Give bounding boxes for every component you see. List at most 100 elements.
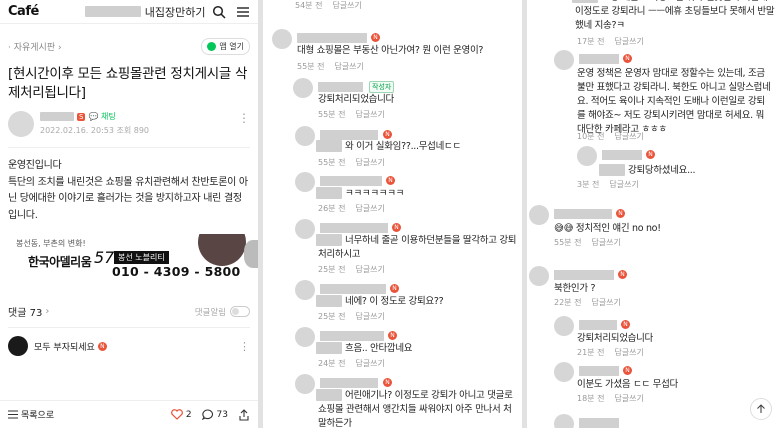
- avatar[interactable]: [529, 205, 549, 225]
- avatar[interactable]: [554, 414, 574, 428]
- reply-link[interactable]: 답글쓰기: [591, 298, 620, 307]
- ad-tagline: 봉선동, 부촌의 변화!: [16, 239, 86, 248]
- nickname-redacted[interactable]: [320, 176, 382, 186]
- nickname-redacted[interactable]: [320, 284, 386, 294]
- reply-link[interactable]: 답글쓰기: [614, 132, 643, 141]
- nickname-redacted[interactable]: [579, 320, 617, 330]
- nickname-redacted[interactable]: [579, 418, 619, 428]
- avatar[interactable]: [295, 280, 315, 300]
- comment-text: 😅😅 정치적인 얘긴 no no!: [554, 223, 661, 234]
- more-icon[interactable]: ⋮: [238, 111, 250, 125]
- nickname-redacted[interactable]: [320, 130, 378, 140]
- comment-text: 어린애기나? 이정도로 강퇴가 아니고 댓글로 쇼핑몰 관련해서 앵간치들 싸워…: [318, 390, 513, 428]
- post-meta: 2022.02.16. 20:53 조회 890: [40, 126, 150, 135]
- author-name-redacted[interactable]: [40, 112, 74, 121]
- ad-tag: 봉선 노블리티: [114, 251, 169, 264]
- nickname-redacted[interactable]: [297, 33, 367, 43]
- reply-link[interactable]: 답글쓰기: [332, 1, 361, 10]
- nickname-redacted[interactable]: [320, 331, 384, 341]
- comment-time: 17분 전 답글쓰기: [577, 37, 644, 46]
- avatar[interactable]: [295, 172, 315, 192]
- avatar[interactable]: [295, 126, 315, 146]
- nickname-redacted[interactable]: [320, 378, 378, 388]
- avatar[interactable]: [293, 78, 313, 98]
- reply-link[interactable]: 답글쓰기: [355, 312, 384, 321]
- comment-text: 너무하네 줄곧 이용하던분들을 딸각하고 강퇴처리하시고: [318, 235, 517, 260]
- comments-header: 댓글 73 › 댓글알림: [0, 292, 258, 319]
- comment-text: 초등 애들도 이정도선 뭐가 걸못된지 아는데 이정도로 강퇴라니 ㅡㅡ에휴 초…: [575, 0, 775, 31]
- more-icon[interactable]: ⋮: [239, 340, 250, 353]
- chevron-icon[interactable]: ›: [45, 306, 49, 317]
- heart-icon: [170, 409, 183, 420]
- reply-link[interactable]: 답글쓰기: [355, 110, 384, 119]
- bottom-bar: 목록으로 2 73: [0, 400, 258, 428]
- nickname-redacted[interactable]: [602, 150, 642, 160]
- avatar[interactable]: [272, 29, 292, 49]
- reply-link[interactable]: 답글쓰기: [355, 158, 384, 167]
- avatar[interactable]: [295, 374, 315, 394]
- mention-redacted: [316, 140, 342, 152]
- search-icon[interactable]: [212, 5, 226, 19]
- cafe-logo[interactable]: Café: [8, 4, 39, 19]
- avatar[interactable]: [295, 327, 315, 347]
- avatar[interactable]: [529, 266, 549, 286]
- arrow-up-icon: [757, 404, 765, 413]
- comment-time: 18분 전 답글쓰기: [577, 394, 644, 403]
- reply-link[interactable]: 답글쓰기: [609, 180, 638, 189]
- avatar[interactable]: [295, 219, 315, 239]
- reply-link[interactable]: 답글쓰기: [355, 204, 384, 213]
- list-button[interactable]: 목록으로: [8, 408, 54, 421]
- menu-icon[interactable]: [236, 5, 250, 19]
- avatar[interactable]: [554, 316, 574, 336]
- comment-alarm: 댓글알림: [195, 306, 250, 318]
- chat-link[interactable]: 💬 채팅: [88, 111, 115, 122]
- avatar[interactable]: [554, 50, 574, 70]
- avatar[interactable]: [8, 336, 28, 356]
- new-badge: N: [646, 150, 655, 159]
- reply-link[interactable]: 답글쓰기: [614, 348, 643, 357]
- new-badge: N: [623, 54, 632, 63]
- comment-icon: [201, 409, 213, 420]
- reply-link[interactable]: 답글쓰기: [355, 359, 384, 368]
- scroll-top-button[interactable]: [750, 398, 772, 420]
- nickname-redacted[interactable]: [579, 366, 619, 376]
- first-comment: 모두 부자되세요 N ⋮: [0, 328, 258, 356]
- reply-link[interactable]: 답글쓰기: [334, 62, 363, 71]
- new-badge: N: [621, 320, 630, 329]
- nickname-redacted[interactable]: [554, 209, 612, 219]
- avatar[interactable]: [577, 146, 597, 166]
- avatar[interactable]: [554, 362, 574, 382]
- comment-time: 24분 전 답글쓰기: [318, 359, 385, 368]
- comment-nickname[interactable]: 모두 부자되세요: [34, 340, 95, 353]
- reply-link[interactable]: 답글쓰기: [614, 37, 643, 46]
- comments-count[interactable]: 댓글 73: [8, 304, 42, 319]
- author-row: S 💬 채팅 2022.02.16. 20:53 조회 890 ⋮: [0, 103, 258, 137]
- mention-redacted: [599, 164, 625, 176]
- new-badge: N: [386, 176, 395, 185]
- nickname-redacted[interactable]: [318, 82, 363, 92]
- ad-photo: [198, 234, 246, 266]
- comment-button[interactable]: 73: [201, 409, 228, 420]
- board-link[interactable]: · 자유게시판 ›: [8, 40, 62, 53]
- new-badge: N: [392, 223, 401, 232]
- cafe-name[interactable]: 내집장만하기: [145, 4, 206, 20]
- nickname-redacted[interactable]: [554, 270, 614, 280]
- ad-banner[interactable]: 봉선동, 부촌의 변화! 한국아델리움 57 봉선 노블리티 010 - 430…: [0, 234, 258, 292]
- comments-panel-3: 초등 애들도 이정도선 뭐가 걸못된지 아는데 이정도로 강퇴라니 ㅡㅡ에휴 초…: [527, 0, 780, 428]
- reply-link[interactable]: 답글쓰기: [614, 394, 643, 403]
- cafe-name-redacted: [84, 6, 141, 17]
- post-title: [현시간이후 모든 쇼핑몰관련 정치게시글 삭제처리됩니다]: [8, 66, 248, 101]
- avatar[interactable]: [8, 111, 34, 137]
- post-body: 운영진입니다 특단의 조치를 내린것은 쇼핑몰 유치관련해서 찬반토론이 아닌 …: [0, 148, 258, 224]
- alarm-toggle[interactable]: [230, 306, 250, 317]
- nickname-redacted[interactable]: [320, 223, 388, 233]
- comment-time: 54분 전 답글쓰기: [295, 1, 362, 10]
- nickname-redacted[interactable]: [579, 54, 619, 64]
- share-icon[interactable]: [238, 408, 250, 421]
- app-open-button[interactable]: 앱 열기: [201, 38, 250, 55]
- reply-link[interactable]: 답글쓰기: [591, 238, 620, 247]
- reply-link[interactable]: 답글쓰기: [355, 265, 384, 274]
- comment-text: ㅋㅋㅋㅋㅋㅋㅋ: [345, 188, 405, 199]
- comment-text: 강퇴당하셨네요...: [628, 165, 696, 176]
- like-button[interactable]: 2: [170, 409, 192, 420]
